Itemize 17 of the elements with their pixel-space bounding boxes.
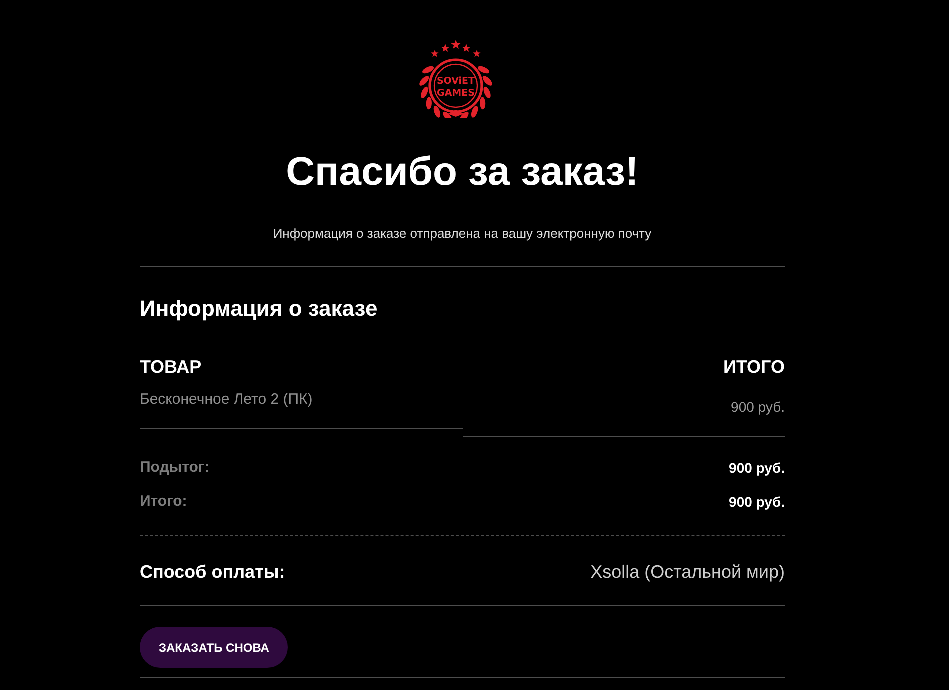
laurel-wreath-emblem-icon [419, 40, 492, 118]
product-name: Бесконечное Лето 2 (ПК) [140, 390, 463, 429]
payment-method-value: Xsolla (Остальной мир) [590, 561, 785, 584]
logo-text: GAMES [436, 88, 474, 99]
table-header: ТОВАР [140, 356, 202, 379]
section-heading: Информация о заказе [140, 295, 378, 323]
logo-text: SOViET [436, 76, 475, 87]
totals-label: Подытог: [140, 458, 210, 478]
payment-method-label: Способ оплаты: [140, 561, 286, 584]
totals-value: 900 руб. [729, 493, 785, 512]
table-header: ИТОГО [724, 356, 785, 379]
item-total: 900 руб. [463, 398, 785, 437]
totals-value: 900 руб. [729, 459, 785, 478]
confirmation-message: Информация о заказе отправлена на вашу электронную почту [273, 225, 652, 243]
page-title: Спасибо за заказ! [286, 149, 639, 196]
totals-label: Итого: [140, 492, 188, 512]
order-again-button[interactable]: ЗАКАЗАТЬ СНОВА [140, 627, 288, 668]
